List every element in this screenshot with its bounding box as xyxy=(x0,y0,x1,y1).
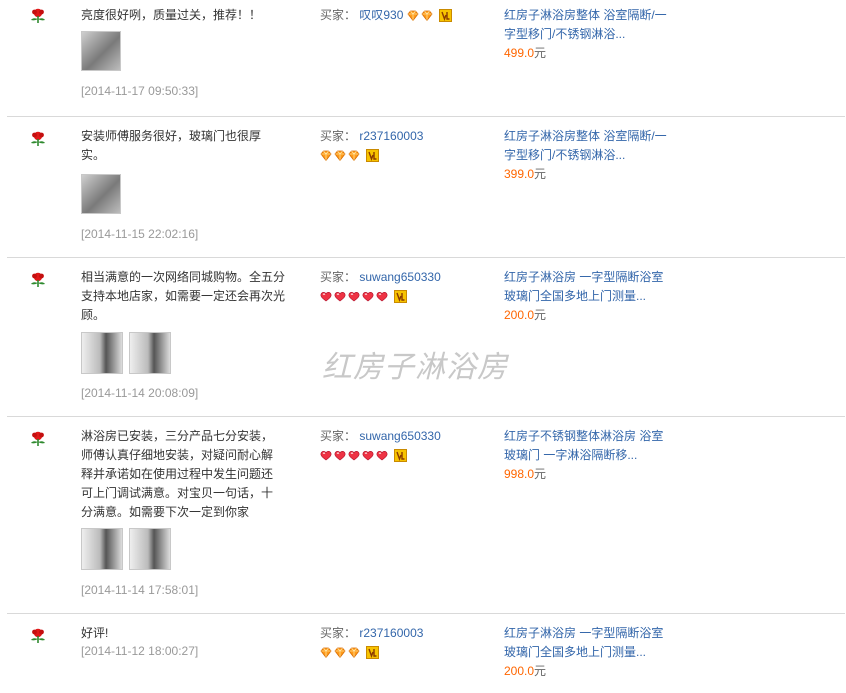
heart-icon xyxy=(320,291,332,302)
buyer-credit-badge xyxy=(320,646,379,659)
vip-icon xyxy=(394,290,407,303)
heart-icon xyxy=(320,450,332,461)
diamond-icon xyxy=(407,10,419,21)
product-title-link[interactable]: 红房子不锈钢整体淋浴房 浴室玻璃门 一字淋浴隔断移... xyxy=(504,427,674,465)
review-date: [2014-11-17 09:50:33] xyxy=(81,84,199,98)
review-photo-thumbnail[interactable] xyxy=(81,332,123,374)
product-price: 200.0 xyxy=(504,308,535,322)
flower-rating-icon xyxy=(29,431,47,447)
review-date: [2014-11-12 18:00:27] xyxy=(81,644,199,658)
review-comment: 安装师傅服务很好，玻璃门也很厚实。 xyxy=(81,129,262,162)
review-row: 安装师傅服务很好，玻璃门也很厚实。 [2014-11-15 22:02:16] … xyxy=(7,117,845,258)
buyer-label: 买家： xyxy=(320,626,357,640)
buyer-nickname[interactable]: suwang650330 xyxy=(359,270,440,284)
review-photo-thumbnail[interactable] xyxy=(81,174,121,214)
heart-icon xyxy=(376,291,388,302)
vip-icon xyxy=(439,9,452,22)
heart-icon xyxy=(376,450,388,461)
heart-icon xyxy=(334,450,346,461)
review-comment: 亮度很好咧，质量过关，推荐！！ xyxy=(81,8,262,22)
flower-rating-icon xyxy=(29,8,47,24)
buyer-nickname[interactable]: r237160003 xyxy=(359,129,423,143)
heart-icon xyxy=(362,450,374,461)
currency-unit: 元 xyxy=(534,467,547,481)
flower-rating-icon xyxy=(29,272,47,288)
vip-icon xyxy=(394,449,407,462)
heart-icon xyxy=(348,291,360,302)
currency-unit: 元 xyxy=(534,308,547,322)
review-photo-thumbnail[interactable] xyxy=(129,332,171,374)
currency-unit: 元 xyxy=(534,167,547,181)
review-row: 亮度很好咧，质量过关，推荐！！ [2014-11-17 09:50:33] 买家… xyxy=(7,0,845,117)
diamond-icon xyxy=(334,647,346,658)
review-comment: 淋浴房已安装，三分产品七分安装，师傅认真仔细地安装，对疑问耐心解释并承诺如在使用… xyxy=(81,429,274,519)
diamond-icon xyxy=(320,150,332,161)
review-row: 相当满意的一次网络同城购物。全五分 支持本地店家，如需要一定还会再次光顾。 [2… xyxy=(7,258,845,417)
flower-rating-icon xyxy=(29,131,47,147)
product-price: 499.0 xyxy=(504,46,535,60)
buyer-nickname[interactable]: suwang650330 xyxy=(359,429,440,443)
currency-unit: 元 xyxy=(534,664,547,678)
buyer-label: 买家： xyxy=(320,270,357,284)
review-comment: 好评! xyxy=(81,626,109,640)
review-photo-thumbnail[interactable] xyxy=(81,31,121,71)
buyer-nickname[interactable]: 叹叹930 xyxy=(359,8,403,22)
diamond-icon xyxy=(320,647,332,658)
product-title-link[interactable]: 红房子淋浴房 一字型隔断浴室玻璃门全国多地上门测量... xyxy=(504,268,674,306)
review-date: [2014-11-15 22:02:16] xyxy=(81,227,199,241)
vip-icon xyxy=(366,149,379,162)
buyer-label: 买家： xyxy=(320,429,357,443)
product-price: 399.0 xyxy=(504,167,535,181)
review-date: [2014-11-14 20:08:09] xyxy=(81,386,199,400)
vip-icon xyxy=(366,646,379,659)
store-watermark: 红房子淋浴房 xyxy=(322,350,508,385)
currency-unit: 元 xyxy=(534,46,547,60)
diamond-icon xyxy=(348,647,360,658)
buyer-credit-badge xyxy=(407,9,452,22)
diamond-icon xyxy=(421,10,433,21)
buyer-label: 买家： xyxy=(320,8,357,22)
review-row: 好评! [2014-11-12 18:00:27] 买家： r237160003… xyxy=(7,614,845,693)
diamond-icon xyxy=(348,150,360,161)
product-title-link[interactable]: 红房子淋浴房整体 浴室隔断/一字型移门/不锈钢淋浴... xyxy=(504,6,674,44)
review-photo-thumbnail[interactable] xyxy=(129,528,171,570)
product-title-link[interactable]: 红房子淋浴房 一字型隔断浴室玻璃门全国多地上门测量... xyxy=(504,624,674,662)
review-date: [2014-11-14 17:58:01] xyxy=(81,583,199,597)
diamond-icon xyxy=(334,150,346,161)
review-photo-thumbnail[interactable] xyxy=(81,528,123,570)
heart-icon xyxy=(362,291,374,302)
product-price: 998.0 xyxy=(504,467,535,481)
review-comment: 相当满意的一次网络同城购物。全五分 支持本地店家，如需要一定还会再次光顾。 xyxy=(81,270,286,322)
heart-icon xyxy=(334,291,346,302)
product-title-link[interactable]: 红房子淋浴房整体 浴室隔断/一字型移门/不锈钢淋浴... xyxy=(504,127,674,165)
buyer-label: 买家： xyxy=(320,129,357,143)
heart-icon xyxy=(348,450,360,461)
buyer-credit-badge xyxy=(320,449,407,462)
buyer-nickname[interactable]: r237160003 xyxy=(359,626,423,640)
buyer-credit-badge xyxy=(320,149,379,162)
flower-rating-icon xyxy=(29,628,47,644)
product-price: 200.0 xyxy=(504,664,535,678)
buyer-credit-badge xyxy=(320,290,407,303)
review-row: 淋浴房已安装，三分产品七分安装，师傅认真仔细地安装，对疑问耐心解释并承诺如在使用… xyxy=(7,417,845,614)
